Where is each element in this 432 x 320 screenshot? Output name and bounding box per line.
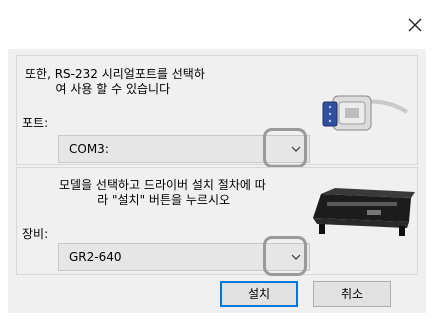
install-button[interactable]: 설치 [220, 281, 298, 307]
device-select-value: GR2-640 [69, 250, 122, 264]
device-label: 장비: [22, 227, 49, 241]
port-description: 또한, RS-232 시리얼포트를 선택하 여 사용 할 수 있습니다 [25, 67, 205, 96]
device-select[interactable]: GR2-640 [58, 243, 310, 271]
cutting-plotter-image [313, 188, 415, 236]
chevron-down-icon[interactable] [285, 138, 307, 160]
port-group: 또한, RS-232 시리얼포트를 선택하 여 사용 할 수 있습니다 포트: … [16, 55, 418, 168]
port-label: 포트: [22, 116, 49, 130]
dialog-body: 또한, RS-232 시리얼포트를 선택하 여 사용 할 수 있습니다 포트: … [8, 49, 426, 313]
driver-install-dialog: 또한, RS-232 시리얼포트를 선택하 여 사용 할 수 있습니다 포트: … [0, 0, 432, 320]
close-icon [408, 18, 422, 32]
cancel-button[interactable]: 취소 [313, 281, 391, 307]
chevron-down-icon[interactable] [285, 246, 307, 268]
close-button[interactable] [404, 14, 426, 36]
serial-connector-image [322, 95, 409, 131]
port-select[interactable]: COM3: [58, 135, 310, 163]
port-select-value: COM3: [69, 142, 109, 156]
device-description: 모델을 선택하고 드라이버 설치 절차에 따 라 "설치" 버튼을 누르시오 [59, 178, 266, 207]
device-group: 모델을 선택하고 드라이버 설치 절차에 따 라 "설치" 버튼을 누르시오 장… [16, 167, 418, 276]
